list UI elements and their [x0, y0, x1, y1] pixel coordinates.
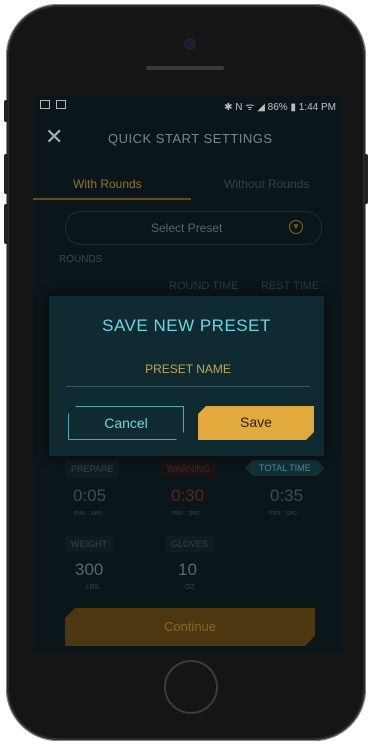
earpiece-speaker	[146, 66, 224, 70]
volume-down-button	[4, 204, 8, 244]
app-screen: ✱ N ᯤ ◢ 86% ▮ 1:44 PM ✕ QUICK START SETT…	[33, 94, 342, 654]
preset-name-input[interactable]	[66, 352, 310, 387]
home-button[interactable]	[164, 660, 218, 714]
dialog-title: SAVE NEW PRESET	[102, 316, 271, 335]
volume-up-button	[4, 154, 8, 194]
cancel-button[interactable]: Cancel	[68, 406, 184, 440]
front-camera	[186, 40, 194, 48]
power-button	[364, 154, 368, 204]
save-button[interactable]: Save	[198, 406, 314, 440]
save-preset-dialog: SAVE NEW PRESET Cancel Save	[49, 296, 324, 456]
mute-switch	[4, 100, 8, 122]
